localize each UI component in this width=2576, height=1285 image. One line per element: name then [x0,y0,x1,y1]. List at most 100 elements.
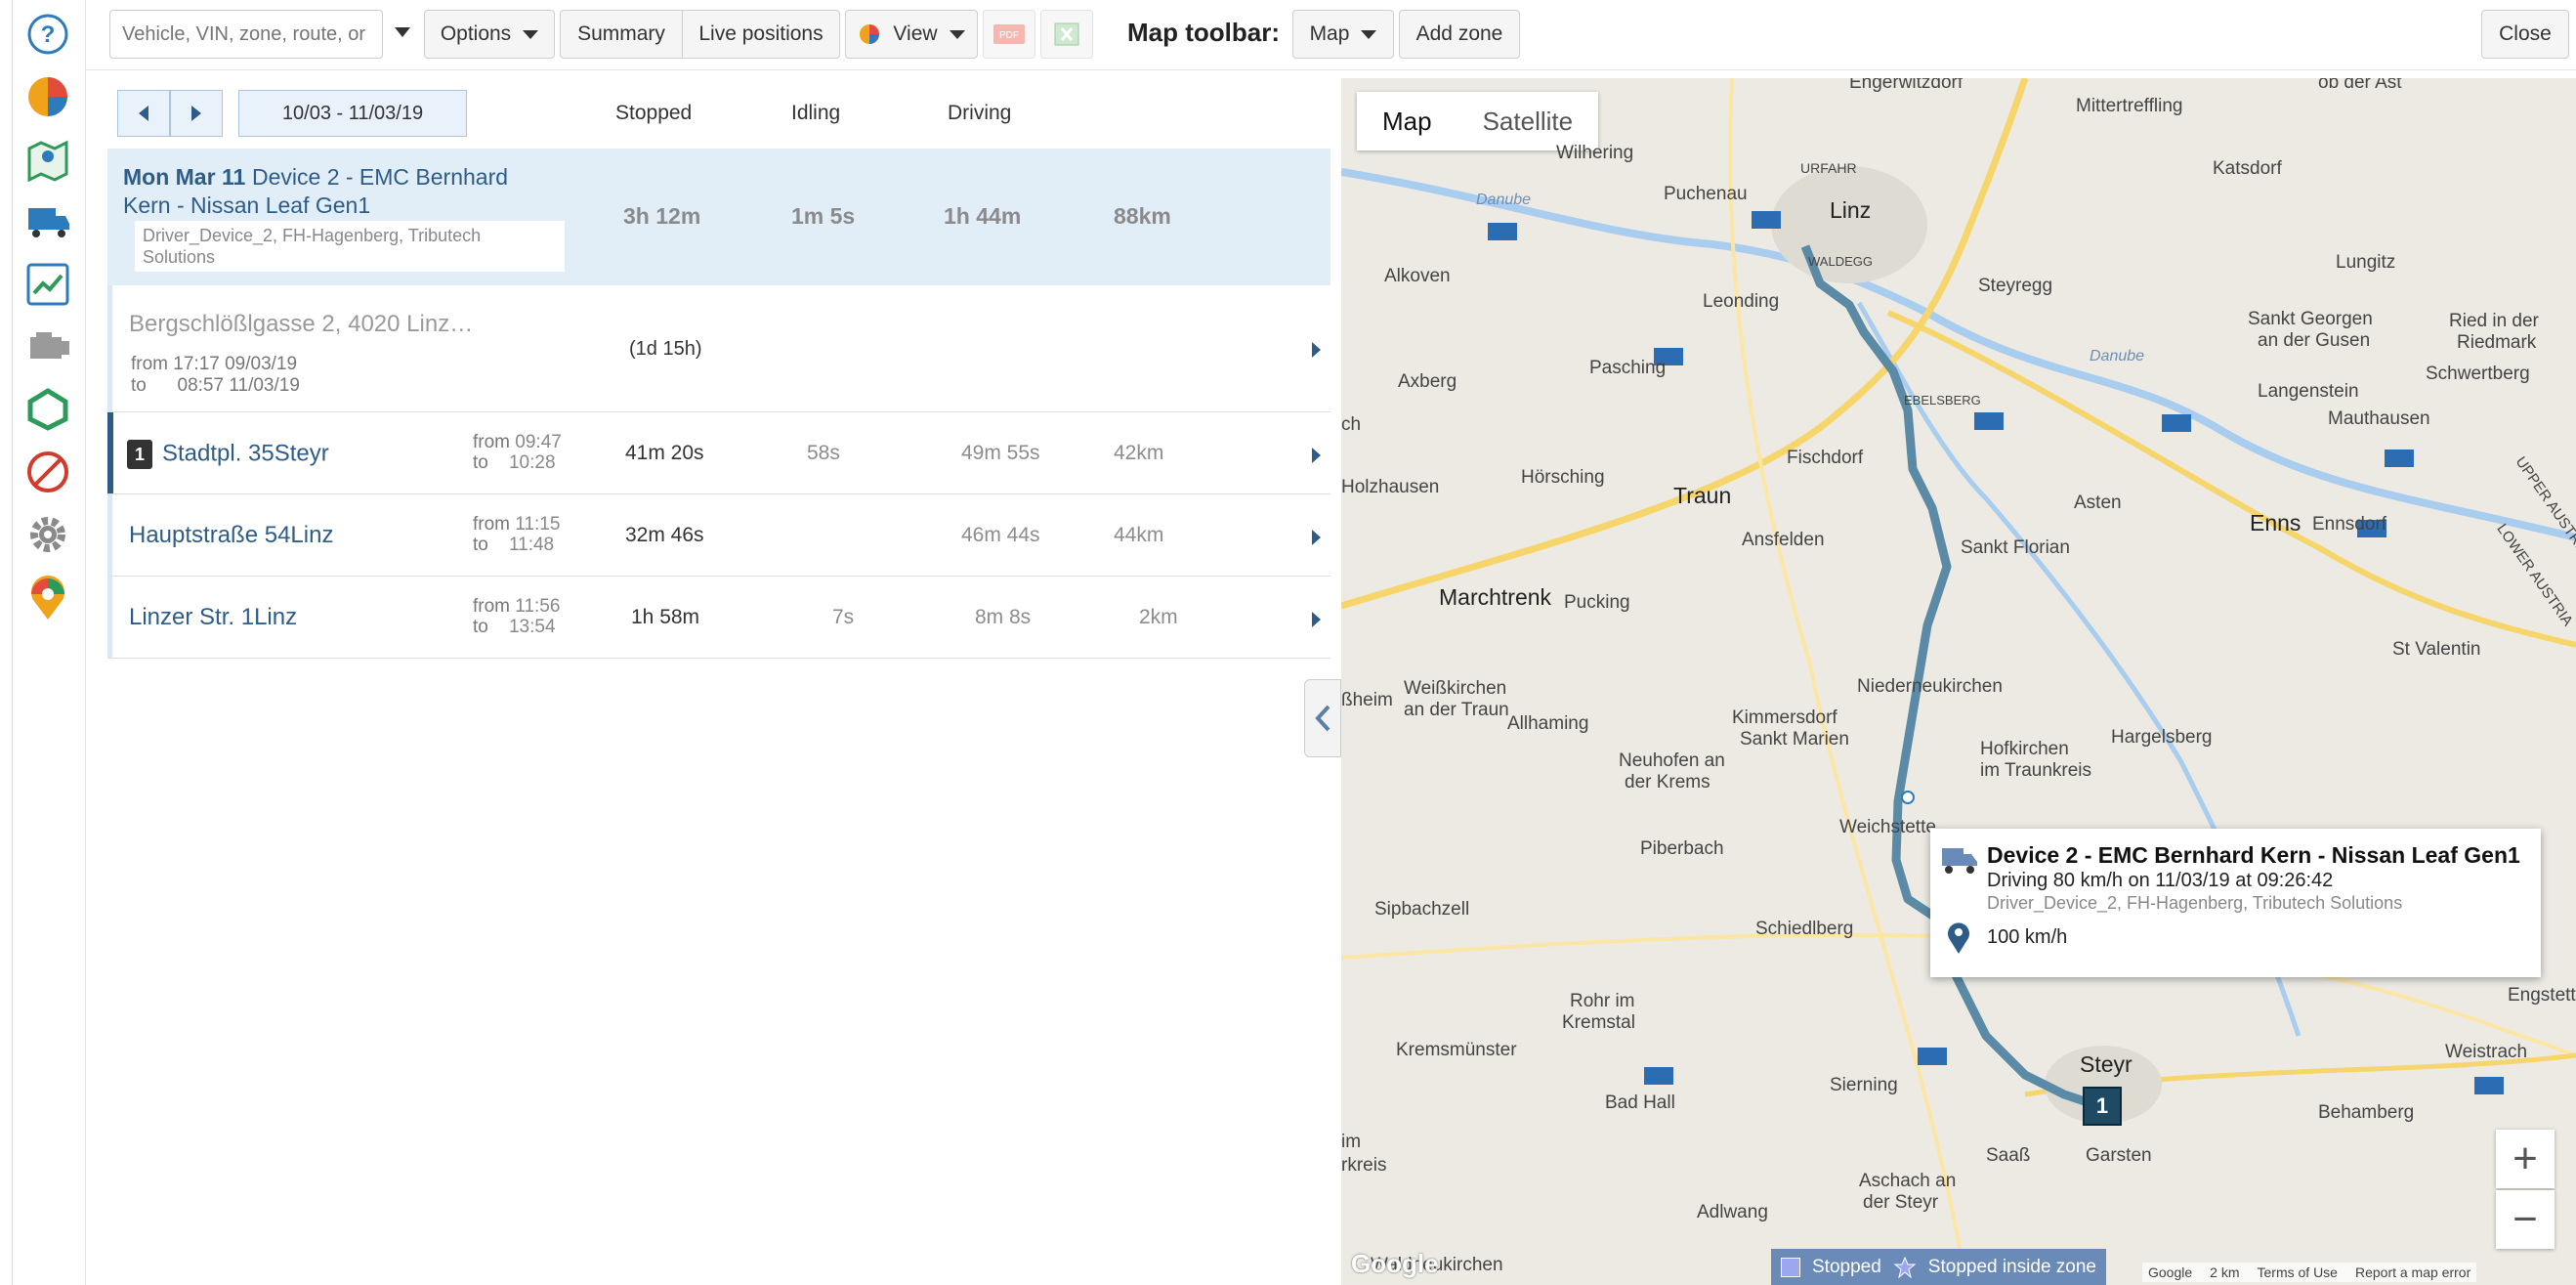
trip-driving: 8m 8s [975,606,1032,628]
trip-title: 1 Stadtpl. 35Steyr [127,440,329,469]
place-label: Linz [1830,197,1872,223]
map-type-map-button[interactable]: Map [1357,92,1457,150]
trip-stopped: 32m 46s [625,524,704,546]
day-summary-row[interactable]: Mon Mar 11 Device 2 - EMC Bernhard Kern … [107,149,1330,285]
chevron-down-icon [523,29,539,39]
place-label: Wilhering [1556,143,1634,163]
place-label: Ansfelden [1742,530,1825,550]
close-button[interactable]: Close [2481,10,2569,59]
trip-distance: 44km [1114,524,1164,546]
trip-row[interactable]: Hauptstraße 54Linz from 11:15 to 11:48 32… [107,494,1330,577]
map-icon[interactable] [21,133,74,186]
trip-times: from 11:56 to 13:54 [473,596,561,637]
day-date: Mon Mar 11 [123,164,246,190]
device-name-cont: Kern - Nissan Leaf Gen1 [123,193,371,218]
place-label: Steyregg [1978,276,2053,296]
row-indicator [107,494,112,576]
trip-title: Hauptstraße 54Linz [129,522,334,548]
place-label: Riedmark [2457,332,2537,353]
add-zone-button[interactable]: Add zone [1399,10,1520,59]
expand-arrow-icon[interactable] [1312,530,1321,545]
search-input[interactable] [109,10,383,59]
exceptions-icon[interactable] [21,446,74,498]
stop-address: Bergschlößlgasse 2, 4020 Linz… [129,311,474,337]
place-label: Engstette [2508,985,2576,1006]
place-label: Ennsdorf [2312,514,2387,535]
live-positions-label: Live positions [698,22,823,45]
zones-icon[interactable] [21,383,74,436]
options-button[interactable]: Options [424,10,555,59]
chevron-left-icon [1315,705,1330,732]
popup-speed-limit: 100 km/h [1987,926,2068,948]
expand-arrow-icon[interactable] [1312,448,1321,463]
place-label: Allhaming [1507,713,1589,734]
place-label: Sankt Florian [1961,537,2070,558]
expand-arrow-icon[interactable] [1312,612,1321,627]
excel-export-button[interactable] [1040,10,1093,59]
place-label: Weistrach [2445,1042,2528,1062]
view-button[interactable]: View [845,10,978,59]
place-label: der Krems [1625,772,1710,792]
map-layer-button[interactable]: Map [1292,10,1394,59]
summary-label: Summary [577,22,665,45]
trip-row[interactable]: Linzer Str. 1Linz from 11:56 to 13:54 1h … [107,577,1330,659]
row-indicator [107,285,112,411]
location-pin-icon [1948,922,1969,954]
zoom-out-button[interactable]: − [2496,1190,2555,1249]
settings-icon[interactable] [21,508,74,561]
place-label: im [1341,1132,1362,1152]
stop-row[interactable]: Bergschlößlgasse 2, 4020 Linz… from 17:1… [107,285,1330,412]
vehicle-info-popup[interactable]: Device 2 - EMC Bernhard Kern - Nissan Le… [1930,829,2541,977]
date-range-picker[interactable]: 10/03 - 11/03/19 [238,90,467,137]
place-label: Alkoven [1384,266,1451,286]
terms-link[interactable]: Terms of Use [2258,1264,2338,1280]
map-view[interactable]: Map Satellite Engerwitzdorf Mittertreffl… [1341,78,2576,1285]
live-positions-button[interactable]: Live positions [682,10,840,59]
places-icon[interactable] [21,571,74,623]
date-range-label: 10/03 - 11/03/19 [281,102,424,124]
place-label: Ried in der [2449,311,2539,331]
place-label: Schiedlberg [1755,919,1854,939]
chevron-down-icon [949,29,965,39]
pdf-export-button[interactable]: PDF [983,10,1035,59]
column-driving: Driving [948,102,1012,124]
place-label: Sankt Georgen [2248,309,2373,329]
summary-button[interactable]: Summary [560,10,683,59]
reports-pie-icon[interactable] [21,70,74,123]
svg-text:PDF: PDF [999,30,1019,41]
day-idling: 1m 5s [791,203,856,229]
place-label: Sankt Marien [1740,729,1849,750]
search-dropdown-icon[interactable] [395,27,410,37]
place-label: Axberg [1398,371,1457,392]
place-label: Mauthausen [2328,408,2430,429]
place-label: Aschach an [1859,1171,1957,1191]
nav-rail: ? [0,0,86,1285]
collapse-panel-button[interactable] [1304,679,1341,757]
vehicles-icon[interactable] [21,195,74,248]
stop-to: to 08:57 11/03/19 [131,375,300,396]
trip-number-badge: 1 [127,440,152,469]
previous-button[interactable] [117,90,170,137]
help-icon[interactable]: ? [21,8,74,61]
place-label: Leonding [1703,291,1780,312]
stop-marker[interactable]: 1 [2083,1087,2122,1126]
day-driving: 1h 44m [944,203,1022,229]
engine-icon[interactable] [21,321,74,373]
place-label: Katsdorf [2213,158,2282,179]
popup-driver: Driver_Device_2, FH-Hagenberg, Tributech… [1987,893,2403,913]
report-error-link[interactable]: Report a map error [2355,1264,2470,1280]
place-label: Weichstette [1839,817,1936,837]
view-label: View [893,22,938,45]
map-type-satellite-button[interactable]: Satellite [1457,92,1599,150]
driver-info: Driver_Device_2, FH-Hagenberg, Tributech… [135,221,565,272]
next-button[interactable] [170,90,223,137]
legend-stopped: Stopped [1812,1256,1881,1277]
activity-chart-icon[interactable] [21,258,74,311]
expand-arrow-icon[interactable] [1312,342,1321,358]
zoom-in-button[interactable]: + [2496,1130,2555,1188]
place-label: der Steyr [1863,1192,1939,1213]
trip-driving: 49m 55s [961,442,1040,464]
trip-row[interactable]: 1 Stadtpl. 35Steyr from 09:47 to 10:28 41m… [107,412,1330,494]
column-idling: Idling [791,102,841,124]
map-label: Map [1309,22,1350,45]
